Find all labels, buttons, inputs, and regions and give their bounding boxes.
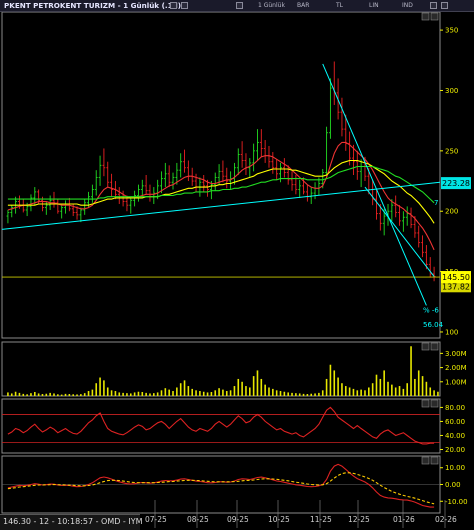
macd-signal-line xyxy=(7,472,435,505)
date-tick-label: 07-25 xyxy=(145,515,167,524)
date-tick-label: 11-25 xyxy=(310,515,332,524)
last-price-label: 145.50 xyxy=(442,273,470,282)
trendline xyxy=(1,181,441,230)
price-panel-tick-label: 350 xyxy=(445,27,458,35)
date-tick-label: 09-25 xyxy=(227,515,249,524)
date-tick-label: 10-25 xyxy=(268,515,290,524)
rsi-panel-tick-label: 20.00 xyxy=(445,446,465,454)
trendline-value-label: 223.28 xyxy=(442,179,470,188)
status-bar: 146.30 - 12 - 10:18:57 - OMD - IYM xyxy=(0,514,143,530)
status-text: 146.30 - 12 - 10:18:57 - OMD - IYM xyxy=(3,517,143,526)
date-tick-label: 12-25 xyxy=(348,515,370,524)
fib-percent-annotation: % -6 xyxy=(423,307,439,315)
rsi-panel-tick-label: 60.00 xyxy=(445,418,465,426)
date-tick-label: 08-25 xyxy=(187,515,209,524)
close-icon[interactable] xyxy=(441,2,448,9)
volume-panel-tick-label: 3.00M xyxy=(445,350,467,358)
rsi-panel-tick-label: 40.00 xyxy=(445,432,465,440)
settings-icon[interactable] xyxy=(170,2,177,9)
rsi-panel-frame xyxy=(1,398,441,454)
price-panel-tick-label: 200 xyxy=(445,208,458,216)
price-panel-settings-icon[interactable] xyxy=(421,12,430,21)
fib-level-annotation: 56.04 xyxy=(423,321,444,329)
trendline xyxy=(364,186,435,277)
price-panel-frame xyxy=(1,11,441,339)
chart-title: PKENT PETROKENT TURIZM - 1 Günlük (.1d) xyxy=(4,1,182,10)
volume-panel-frame xyxy=(1,341,441,397)
rsi-line xyxy=(7,406,435,445)
volume-panel-close-icon[interactable] xyxy=(430,342,439,351)
moving-average-line-2 xyxy=(7,159,435,224)
price-panel-close-icon[interactable] xyxy=(430,12,439,21)
trendline-annotation: 7 xyxy=(434,199,438,207)
price-panel-tick-label: 100 xyxy=(445,328,458,336)
rsi-panel-tick-label: 80.00 xyxy=(445,404,465,412)
volume-panel-tick-label: 1.00M xyxy=(445,378,467,386)
price-panel-tick-label: 300 xyxy=(445,87,458,95)
price-panel-tick-label: 250 xyxy=(445,147,458,155)
chart-style-selector[interactable]: BAR xyxy=(297,0,309,11)
scale-selector[interactable]: LIN xyxy=(369,0,379,11)
chart-title-bar: PKENT PETROKENT TURIZM - 1 Günlük (.1d) … xyxy=(0,0,474,12)
moving-average-line-1 xyxy=(7,141,435,251)
macd-panel-close-icon[interactable] xyxy=(430,456,439,465)
volume-panel-tick-label: 2.00M xyxy=(445,364,467,372)
date-tick-label: 02-26 xyxy=(435,515,457,524)
draw-icon[interactable] xyxy=(181,2,188,9)
secondary-value-label: 137.82 xyxy=(442,282,470,291)
macd-line xyxy=(7,463,435,508)
mode-selector[interactable]: IND xyxy=(402,0,413,11)
date-tick-label: 01-26 xyxy=(393,515,415,524)
volume-panel-settings-icon[interactable] xyxy=(421,342,430,351)
macd-panel-tick-label: -10.00 xyxy=(445,498,468,506)
minimize-icon[interactable] xyxy=(430,2,437,9)
period-dropdown-icon[interactable] xyxy=(236,2,243,9)
period-selector[interactable]: 1 Günlük xyxy=(258,0,285,11)
currency-selector[interactable]: TL xyxy=(336,0,343,11)
macd-panel-settings-icon[interactable] xyxy=(421,456,430,465)
rsi-panel-settings-icon[interactable] xyxy=(421,399,430,408)
chart-canvas[interactable]: 100150200250300350223.28137.82145.50% -6… xyxy=(0,0,474,529)
rsi-panel-close-icon[interactable] xyxy=(430,399,439,408)
macd-panel-tick-label: 10.00 xyxy=(445,464,465,472)
macd-panel-tick-label: 0.00 xyxy=(445,481,461,489)
